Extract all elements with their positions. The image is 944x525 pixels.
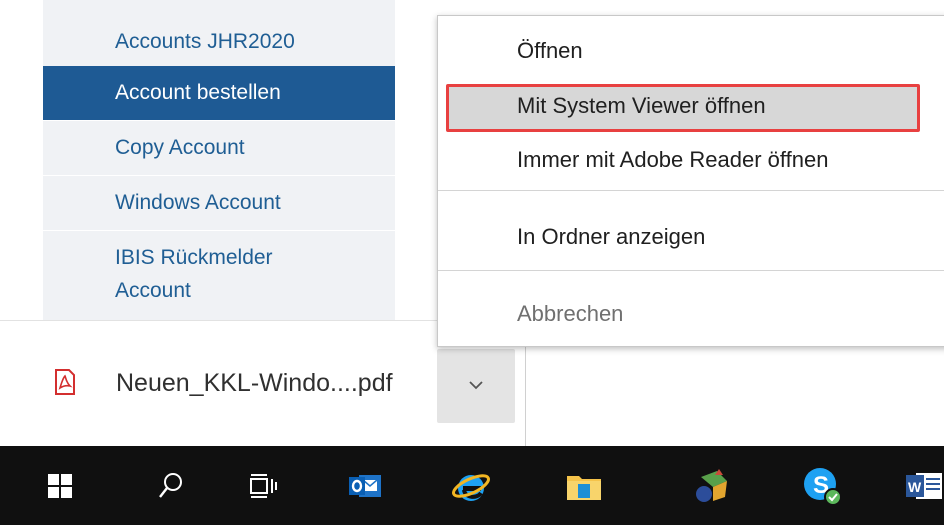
menu-item-oeffnen[interactable]: Öffnen (438, 38, 944, 64)
sidebar-item-label: Copy Account (115, 136, 245, 159)
menu-item-in-ordner-anzeigen[interactable]: In Ordner anzeigen (438, 224, 944, 250)
background-cut-text: ▔▔▔▔▔▔▔ ▔▔▔ ▔▔▔▔ ▔▔▔▔▔▔▔ (520, 0, 944, 8)
highlight-annotation-box (446, 84, 920, 132)
menu-divider (438, 270, 944, 271)
download-file-name[interactable]: Neuen_KKL-Windo....pdf (116, 369, 393, 398)
sidebar-menu: Accounts JHR2020 Account bestellen Copy … (43, 0, 395, 320)
context-menu: Öffnen Mit System Viewer öffnen Immer mi… (437, 15, 944, 347)
menu-item-abbrechen[interactable]: Abbrechen (438, 301, 944, 327)
sidebar-item-windows-account[interactable]: Windows Account (43, 187, 395, 218)
sidebar-divider (43, 175, 395, 176)
sidebar-item-copy-account[interactable]: Copy Account (43, 132, 395, 163)
outlook-icon[interactable] (342, 446, 388, 525)
screen: ▔▔▔▔▔▔▔ ▔▔▔ ▔▔▔▔ ▔▔▔▔▔▔▔ Accounts JHR202… (0, 0, 944, 525)
word-icon[interactable]: W (904, 446, 944, 525)
sidebar-item-label: Accounts JHR2020 (115, 30, 295, 53)
menu-divider (438, 190, 944, 191)
sidebar-item-ibis-rueckmelder-account[interactable]: IBIS Rückmelder Account (43, 241, 395, 307)
sidebar-divider (43, 120, 395, 121)
taskbar: S W (0, 446, 944, 525)
sidebar-item-label: Windows Account (115, 191, 281, 214)
search-icon[interactable] (153, 446, 189, 525)
chevron-down-icon (469, 381, 483, 390)
sidebar-item-label-line2: Account (115, 279, 191, 302)
windows-start-icon[interactable] (42, 446, 78, 525)
task-view-icon[interactable] (244, 446, 284, 525)
sidebar-item-accounts-jhr2020[interactable]: Accounts JHR2020 (43, 26, 395, 57)
download-options-button[interactable] (437, 349, 515, 423)
menu-item-immer-mit-adobe-reader-oeffnen[interactable]: Immer mit Adobe Reader öffnen (438, 147, 944, 173)
sidebar-item-label: Account bestellen (115, 81, 281, 104)
svg-text:W: W (908, 479, 922, 495)
app-icon[interactable] (690, 446, 736, 525)
sidebar-item-label: IBIS Rückmelder (115, 246, 273, 269)
internet-explorer-icon[interactable] (448, 446, 494, 525)
sidebar-item-account-bestellen[interactable]: Account bestellen (43, 66, 395, 120)
pdf-icon (54, 369, 76, 395)
file-explorer-icon[interactable] (561, 446, 607, 525)
sidebar-divider (43, 230, 395, 231)
skype-icon[interactable]: S (797, 446, 847, 525)
